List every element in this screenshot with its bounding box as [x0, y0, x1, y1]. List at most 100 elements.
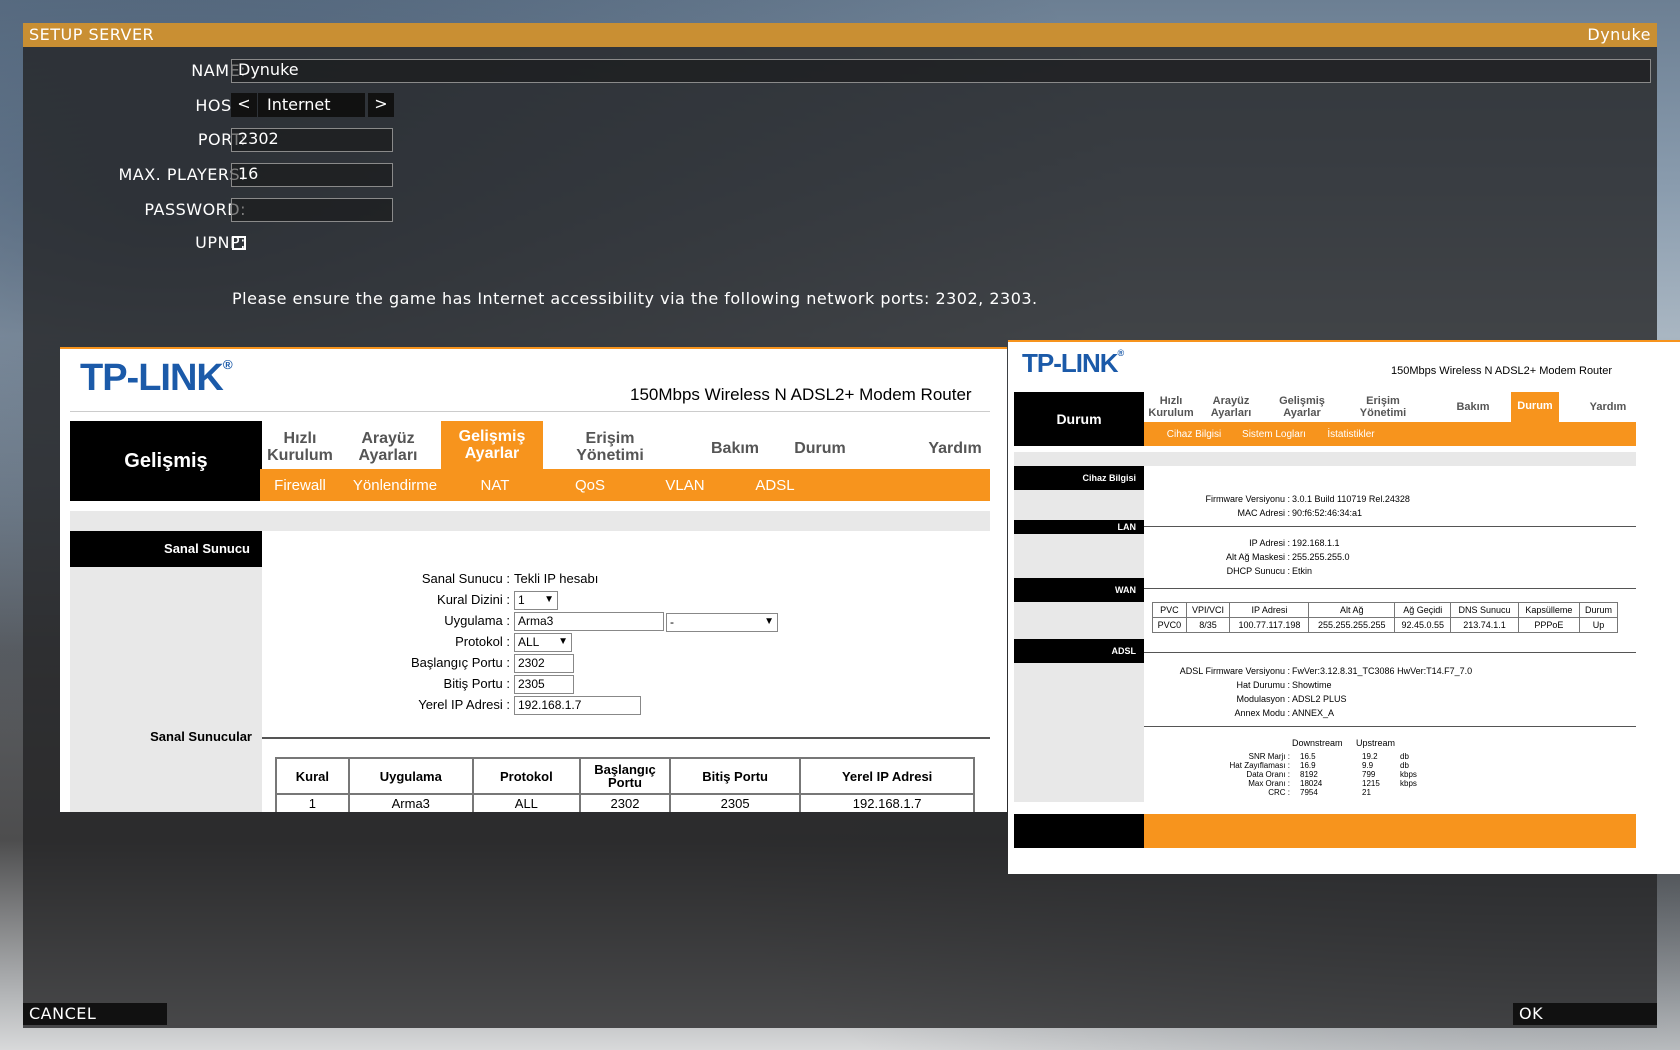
stat-label: Hat Zayıflaması :: [1229, 761, 1290, 770]
stat-value: db: [1400, 761, 1409, 770]
virtual-servers-table: Kural Uygulama Protokol Başlangıç Portu …: [275, 757, 975, 812]
proto-select[interactable]: ALL ▼: [514, 633, 572, 652]
subnav-firewall[interactable]: Firewall: [260, 477, 340, 494]
gray-strip: [1014, 452, 1636, 466]
cell: 8/35: [1185, 617, 1231, 633]
max-players-field[interactable]: 16: [231, 163, 393, 187]
cell: 192.168.1.7: [799, 793, 975, 812]
app-input[interactable]: Arma3: [514, 612, 664, 631]
nav-yardim[interactable]: Yardım: [1583, 401, 1633, 414]
stats-downstream-header: Downstream: [1292, 738, 1343, 748]
stat-value: 8192: [1300, 770, 1318, 779]
fw-value: 3.0.1 Build 110719 Rel.24328: [1292, 494, 1410, 504]
port-label: PORT:: [197, 130, 246, 149]
password-field[interactable]: [231, 198, 393, 222]
wan-col: VPI/VCI: [1185, 602, 1231, 618]
stat-value: 16.5: [1300, 752, 1316, 761]
cancel-button[interactable]: CANCEL: [23, 1003, 167, 1025]
dhcp-value: Etkin: [1292, 566, 1313, 576]
side-adsl: ADSL: [1014, 639, 1144, 663]
annex-value: ANNEX_A: [1292, 708, 1335, 718]
mac-value: 90:f6:52:46:34:a1: [1292, 508, 1363, 518]
subnav-nat[interactable]: NAT: [455, 477, 535, 494]
upnp-checkbox[interactable]: [232, 236, 246, 250]
stat-value: 19.2: [1362, 752, 1378, 761]
host-next-button[interactable]: >: [368, 93, 394, 117]
gray-strip: [70, 511, 990, 531]
subnav-qos[interactable]: QoS: [545, 477, 635, 494]
stats-upstream-header: Upstream: [1356, 738, 1396, 748]
host-prev-button[interactable]: <: [231, 93, 257, 117]
divider: [1144, 588, 1636, 589]
stat-label: SNR Marjı :: [1248, 752, 1290, 761]
host-value: Internet: [258, 93, 365, 117]
subnav-istatistikler[interactable]: İstatistikler: [1311, 429, 1391, 440]
nav-hizli-kurulum[interactable]: Hızlı Kurulum: [1146, 395, 1196, 419]
wan-col: Alt Ağ: [1308, 602, 1396, 618]
nav-bakim[interactable]: Bakım: [700, 440, 770, 458]
nav-erisim-yonetimi[interactable]: Erişim Yönetimi: [560, 430, 660, 465]
wan-col: PVC: [1152, 602, 1187, 618]
nav-durum[interactable]: Durum: [785, 440, 855, 458]
vs-value: Tekli IP hesabı: [514, 571, 599, 586]
stat-value: 9.9: [1362, 761, 1374, 770]
rule-select[interactable]: 1 ▼: [514, 591, 558, 610]
side-cihaz-bilgisi: Cihaz Bilgisi: [1014, 466, 1144, 490]
section-title: Durum: [1014, 392, 1144, 446]
nav-erisim-yonetimi[interactable]: Erişim Yönetimi: [1353, 395, 1413, 419]
router-virtual-server-screenshot: TP-LINK® 150Mbps Wireless N ADSL2+ Modem…: [60, 347, 1007, 812]
subnav-yonlendirme[interactable]: Yönlendirme: [345, 477, 445, 494]
cell: 100.77.117.198: [1229, 617, 1310, 633]
table-row: PVC0 8/35 100.77.117.198 255.255.255.255…: [1152, 617, 1618, 633]
cell: 2305: [668, 793, 802, 812]
dhcp-label: DHCP Sunucu :: [1226, 566, 1290, 576]
header-divider: [70, 411, 990, 412]
fw-label: Firmware Versiyonu :: [1205, 494, 1290, 504]
password-label: PASSWORD:: [144, 200, 246, 219]
name-field[interactable]: Dynuke: [231, 59, 1651, 83]
ok-button[interactable]: OK: [1513, 1003, 1657, 1025]
nav-gelismis-ayarlar[interactable]: Gelişmiş Ayarlar: [1272, 395, 1332, 419]
local-ip-input[interactable]: 192.168.1.7: [514, 696, 641, 715]
vs-label: Sanal Sunucu :: [421, 571, 510, 586]
subnav-vlan[interactable]: VLAN: [640, 477, 730, 494]
stat-value: 21: [1362, 788, 1371, 797]
section-title: Gelişmiş: [70, 421, 262, 501]
app-select[interactable]: - ▼: [666, 613, 778, 632]
stat-label: Data Oranı :: [1246, 770, 1290, 779]
port-notice: Please ensure the game has Internet acce…: [232, 289, 1038, 308]
nav-hizli-kurulum[interactable]: Hızlı Kurulum: [260, 430, 340, 465]
nav-arayuz-ayarlari[interactable]: Arayüz Ayarları: [1206, 395, 1256, 419]
cell: PPPoE: [1517, 617, 1581, 633]
nav-arayuz-ayarlari[interactable]: Arayüz Ayarları: [348, 430, 428, 465]
start-port-input[interactable]: 2302: [514, 654, 574, 673]
wan-table: PVC VPI/VCI IP Adresi Alt Ağ Ağ Geçidi D…: [1152, 602, 1618, 633]
col-yerel-ip: Yerel IP Adresi: [799, 757, 975, 795]
start-port-label: Başlangıç Portu :: [411, 655, 510, 670]
cell: ALL: [471, 793, 582, 812]
stat-value: 18024: [1300, 779, 1323, 788]
col-uygulama: Uygulama: [347, 757, 474, 795]
subnav-cihaz-bilgisi[interactable]: Cihaz Bilgisi: [1154, 429, 1234, 440]
divider: [1144, 652, 1636, 653]
lan-mask-label: Alt Ağ Maskesi :: [1225, 552, 1290, 562]
subnav-sistem-loglari[interactable]: Sistem Logları: [1234, 429, 1314, 440]
nav-durum[interactable]: Durum: [1511, 392, 1559, 422]
tplink-logo: TP-LINK®: [1022, 348, 1125, 378]
cell: 1: [275, 793, 350, 812]
subnav-adsl[interactable]: ADSL: [735, 477, 815, 494]
nav-bakim[interactable]: Bakım: [1448, 401, 1498, 414]
mac-label: MAC Adresi :: [1237, 508, 1290, 518]
end-port-input[interactable]: 2305: [514, 675, 574, 694]
stat-value: db: [1400, 752, 1409, 761]
stat-value: 799: [1362, 770, 1376, 779]
app-label: Uygulama :: [444, 613, 510, 628]
col-bitis-portu: Bitiş Portu: [668, 757, 802, 795]
nav-yardim[interactable]: Yardım: [920, 440, 990, 458]
port-field[interactable]: 2302: [231, 128, 393, 152]
stat-value: 16.9: [1300, 761, 1316, 770]
wan-col: IP Adresi: [1229, 602, 1310, 618]
side-sanal-sunucu: Sanal Sunucu: [70, 531, 262, 567]
side-column: [70, 531, 262, 812]
nav-gelismis-ayarlar[interactable]: Gelişmiş Ayarlar: [441, 421, 543, 469]
